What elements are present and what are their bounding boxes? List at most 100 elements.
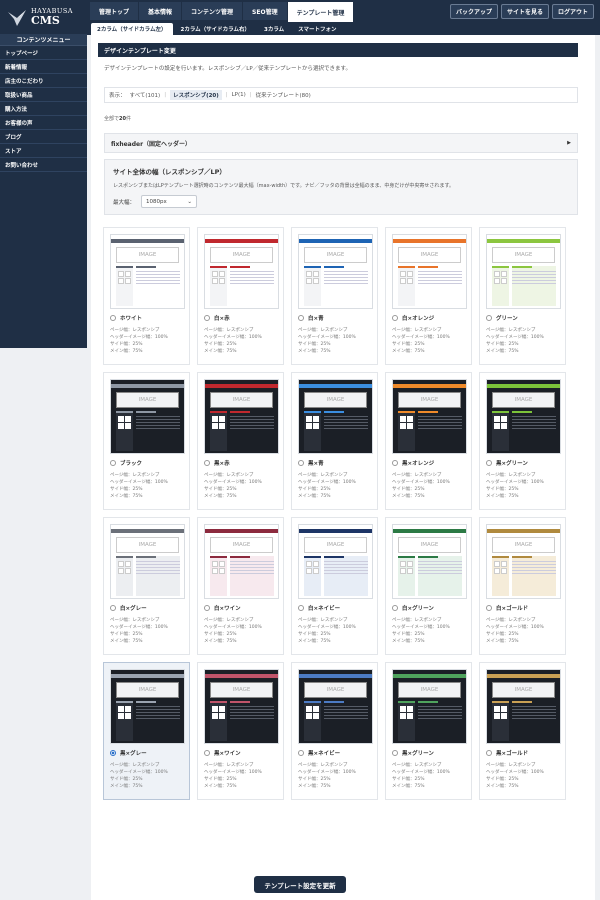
template-radio[interactable] <box>110 750 116 756</box>
template-radio[interactable] <box>392 605 398 611</box>
template-radio[interactable] <box>298 605 304 611</box>
template-radio-row[interactable]: 白×ネイビー <box>298 604 340 612</box>
header-button[interactable]: バックアップ <box>449 4 498 19</box>
main-nav-tab[interactable]: テンプレート管理 <box>287 2 354 22</box>
sub-nav-tab[interactable]: 2カラム（サイドカラム右） <box>175 23 257 35</box>
template-radio[interactable] <box>110 460 116 466</box>
template-card[interactable]: IMAGE 黒×グレー ページ幅：レスポンシブ ヘッダーイメージ幅：100% サイド幅：… <box>103 662 190 800</box>
sidebar-item[interactable]: 新着情報 <box>0 60 87 74</box>
template-card[interactable]: IMAGE ブラック ページ幅：レスポンシブ ヘッダーイメージ幅：100% サイド幅：2… <box>103 372 190 510</box>
header-button[interactable]: ログアウト <box>551 4 594 19</box>
template-radio-row[interactable]: 黒×ネイビー <box>298 749 340 757</box>
template-radio-row[interactable]: 白×グレー <box>110 604 147 612</box>
logo[interactable]: HAYABUSA CMS <box>0 0 87 34</box>
template-card[interactable]: IMAGE ホワイト ページ幅：レスポンシブ ヘッダーイメージ幅：100% サイド幅：2… <box>103 227 190 365</box>
template-radio-row[interactable]: 黒×ワイン <box>204 749 241 757</box>
template-radio-row[interactable]: 黒×グリーン <box>392 749 434 757</box>
template-radio-row[interactable]: 黒×赤 <box>204 459 230 467</box>
sub-nav-tab[interactable]: 2カラム（サイドカラム左） <box>91 22 173 35</box>
template-radio[interactable] <box>204 460 210 466</box>
template-radio[interactable] <box>486 315 492 321</box>
template-card[interactable]: IMAGE 黒×グリーン ページ幅：レスポンシブ ヘッダーイメージ幅：100% サイド幅… <box>385 662 472 800</box>
sidebar-item[interactable]: トップページ <box>0 46 87 60</box>
template-card[interactable]: IMAGE 白×ゴールド ページ幅：レスポンシブ ヘッダーイメージ幅：100% サイド幅… <box>479 517 566 655</box>
template-preview[interactable]: IMAGE <box>486 669 561 744</box>
main-nav-tab[interactable]: 管理トップ <box>90 2 139 20</box>
template-radio-row[interactable]: 黒×オレンジ <box>392 459 434 467</box>
template-preview[interactable]: IMAGE <box>204 234 279 309</box>
filter-option[interactable]: レスポンシブ(20) <box>170 90 222 100</box>
template-radio-row[interactable]: 白×ワイン <box>204 604 241 612</box>
template-card[interactable]: IMAGE グリーン ページ幅：レスポンシブ ヘッダーイメージ幅：100% サイド幅：2… <box>479 227 566 365</box>
template-radio-row[interactable]: 白×赤 <box>204 314 230 322</box>
sidebar-item[interactable]: ブログ <box>0 130 87 144</box>
main-nav-tab[interactable]: 基本情報 <box>139 2 182 20</box>
sidebar-item[interactable]: 取扱い商品 <box>0 88 87 102</box>
template-card[interactable]: IMAGE 白×オレンジ ページ幅：レスポンシブ ヘッダーイメージ幅：100% サイド幅… <box>385 227 472 365</box>
fixheader-accordion[interactable]: fixheader（固定ヘッダー） ▶ <box>104 133 578 153</box>
template-preview[interactable]: IMAGE <box>392 379 467 454</box>
filter-option[interactable]: LP(1) <box>232 92 246 98</box>
template-card[interactable]: IMAGE 白×ネイビー ページ幅：レスポンシブ ヘッダーイメージ幅：100% サイド幅… <box>291 517 378 655</box>
template-radio[interactable] <box>298 750 304 756</box>
template-card[interactable]: IMAGE 黒×赤 ページ幅：レスポンシブ ヘッダーイメージ幅：100% サイド幅：25… <box>197 372 284 510</box>
main-nav-tab[interactable]: コンテンツ管理 <box>182 2 243 20</box>
sidebar-item[interactable]: 店主のこだわり <box>0 74 87 88</box>
template-card[interactable]: IMAGE 黒×ネイビー ページ幅：レスポンシブ ヘッダーイメージ幅：100% サイド幅… <box>291 662 378 800</box>
template-radio-row[interactable]: 黒×グレー <box>110 749 147 757</box>
template-radio-row[interactable]: 白×ゴールド <box>486 604 528 612</box>
template-radio-row[interactable]: 黒×ゴールド <box>486 749 528 757</box>
template-radio[interactable] <box>486 460 492 466</box>
template-radio[interactable] <box>298 460 304 466</box>
template-preview[interactable]: IMAGE <box>486 234 561 309</box>
sidebar-item[interactable]: ストア <box>0 144 87 158</box>
template-card[interactable]: IMAGE 黒×青 ページ幅：レスポンシブ ヘッダーイメージ幅：100% サイド幅：25… <box>291 372 378 510</box>
header-button[interactable]: サイトを見る <box>500 4 549 19</box>
template-radio-row[interactable]: 白×グリーン <box>392 604 434 612</box>
template-preview[interactable]: IMAGE <box>298 234 373 309</box>
template-preview[interactable]: IMAGE <box>204 524 279 599</box>
template-card[interactable]: IMAGE 白×ワイン ページ幅：レスポンシブ ヘッダーイメージ幅：100% サイド幅：… <box>197 517 284 655</box>
max-width-select[interactable]: 1080px ⌄ <box>141 195 198 208</box>
template-card[interactable]: IMAGE 黒×ワイン ページ幅：レスポンシブ ヘッダーイメージ幅：100% サイド幅：… <box>197 662 284 800</box>
template-preview[interactable]: IMAGE <box>392 234 467 309</box>
template-radio-row[interactable]: 白×青 <box>298 314 324 322</box>
template-card[interactable]: IMAGE 黒×オレンジ ページ幅：レスポンシブ ヘッダーイメージ幅：100% サイド幅… <box>385 372 472 510</box>
main-nav-tab[interactable]: SEO管理 <box>243 2 287 20</box>
template-radio-row[interactable]: 黒×青 <box>298 459 324 467</box>
template-radio-row[interactable]: ホワイト <box>110 314 142 322</box>
template-radio[interactable] <box>298 315 304 321</box>
template-radio[interactable] <box>392 460 398 466</box>
sidebar-item[interactable]: 購入方法 <box>0 102 87 116</box>
template-preview[interactable]: IMAGE <box>298 524 373 599</box>
template-radio-row[interactable]: 白×オレンジ <box>392 314 434 322</box>
filter-option[interactable]: すべて(101) <box>130 91 161 99</box>
template-radio[interactable] <box>204 750 210 756</box>
sidebar-item[interactable]: お客様の声 <box>0 116 87 130</box>
template-radio[interactable] <box>204 315 210 321</box>
template-card[interactable]: IMAGE 白×グレー ページ幅：レスポンシブ ヘッダーイメージ幅：100% サイド幅：… <box>103 517 190 655</box>
template-preview[interactable]: IMAGE <box>110 524 185 599</box>
template-card[interactable]: IMAGE 黒×グリーン ページ幅：レスポンシブ ヘッダーイメージ幅：100% サイド幅… <box>479 372 566 510</box>
sub-nav-tab[interactable]: 3カラム <box>258 23 290 35</box>
template-radio[interactable] <box>110 315 116 321</box>
filter-option[interactable]: 従来テンプレート(80) <box>256 91 311 99</box>
template-radio-row[interactable]: ブラック <box>110 459 142 467</box>
template-radio[interactable] <box>486 750 492 756</box>
template-card[interactable]: IMAGE 白×青 ページ幅：レスポンシブ ヘッダーイメージ幅：100% サイド幅：25… <box>291 227 378 365</box>
sidebar-item[interactable]: お問い合わせ <box>0 158 87 172</box>
template-radio-row[interactable]: 黒×グリーン <box>486 459 528 467</box>
template-preview[interactable]: IMAGE <box>204 379 279 454</box>
template-preview[interactable]: IMAGE <box>392 669 467 744</box>
template-card[interactable]: IMAGE 白×赤 ページ幅：レスポンシブ ヘッダーイメージ幅：100% サイド幅：25… <box>197 227 284 365</box>
template-preview[interactable]: IMAGE <box>110 379 185 454</box>
template-preview[interactable]: IMAGE <box>204 669 279 744</box>
template-preview[interactable]: IMAGE <box>486 379 561 454</box>
template-radio[interactable] <box>392 750 398 756</box>
template-preview[interactable]: IMAGE <box>486 524 561 599</box>
template-preview[interactable]: IMAGE <box>298 669 373 744</box>
template-radio-row[interactable]: グリーン <box>486 314 518 322</box>
template-preview[interactable]: IMAGE <box>392 524 467 599</box>
template-preview[interactable]: IMAGE <box>298 379 373 454</box>
template-preview[interactable]: IMAGE <box>110 669 185 744</box>
